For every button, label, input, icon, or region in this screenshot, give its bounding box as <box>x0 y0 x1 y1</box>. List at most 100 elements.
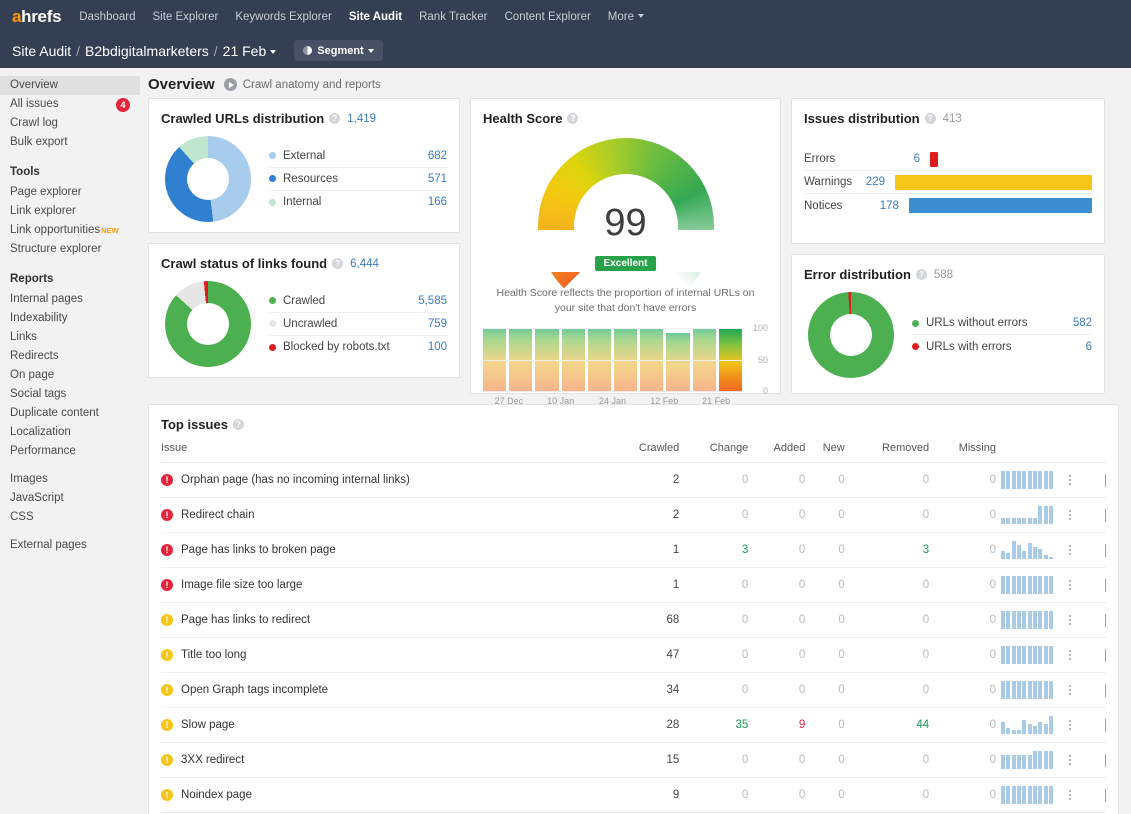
issue-name[interactable]: Title too long <box>181 649 246 661</box>
issue-name[interactable]: Slow page <box>181 719 235 731</box>
info-icon[interactable]: ? <box>924 113 936 124</box>
issue-name[interactable]: Page has links to broken page <box>181 544 336 556</box>
more-options-icon[interactable] <box>1063 510 1077 520</box>
segment-button[interactable]: Segment <box>294 40 383 61</box>
sidebar-item-internal-pages[interactable]: Internal pages <box>0 290 140 309</box>
sidebar-item-css[interactable]: CSS <box>0 508 140 527</box>
more-options-icon[interactable] <box>1063 475 1077 485</box>
chevron-down-icon[interactable] <box>1105 579 1106 592</box>
more-options-icon[interactable] <box>1063 615 1077 625</box>
column-header-crawled[interactable]: Crawled <box>606 432 680 463</box>
crawled-value: 2 <box>606 497 680 533</box>
sidebar-item-indexability[interactable]: Indexability <box>0 309 140 328</box>
more-options-icon[interactable] <box>1063 685 1077 695</box>
crawled-value: 68 <box>606 602 680 638</box>
sparkline-bar <box>1027 543 1032 559</box>
sidebar-item-link-opportunities[interactable]: Link opportunities NEW <box>0 221 140 240</box>
chevron-down-icon[interactable] <box>1105 509 1106 522</box>
added-value: 0 <box>748 462 806 498</box>
issue-name[interactable]: 3XX redirect <box>181 754 244 766</box>
more-options-icon[interactable] <box>1063 720 1077 730</box>
sidebar-item-javascript[interactable]: JavaScript <box>0 489 140 508</box>
missing-value: 0 <box>929 567 996 603</box>
sidebar-item-localization[interactable]: Localization <box>0 423 140 442</box>
issue-name[interactable]: Orphan page (has no incoming internal li… <box>181 474 410 486</box>
table-row[interactable]: ! Open Graph tags incomplete 34 0 0 0 0 0 <box>161 672 1106 708</box>
info-icon[interactable]: ? <box>332 258 344 269</box>
nav-link-site-explorer[interactable]: Site Explorer <box>153 11 219 23</box>
table-row[interactable]: ! Slow page 28 35 9 0 44 0 <box>161 707 1106 743</box>
sidebar-item-all-issues[interactable]: All issues 4 <box>0 95 140 114</box>
column-header-removed[interactable]: Removed <box>844 432 930 463</box>
sidebar-item-link-explorer[interactable]: Link explorer <box>0 202 140 221</box>
chevron-down-icon[interactable] <box>1105 474 1106 487</box>
page-subtitle-link[interactable]: Crawl anatomy and reports <box>243 79 381 91</box>
info-icon[interactable]: ? <box>232 419 244 430</box>
more-options-icon[interactable] <box>1063 790 1077 800</box>
issue-name[interactable]: Noindex page <box>181 789 252 801</box>
chevron-down-icon[interactable] <box>1105 649 1106 662</box>
gridline <box>483 360 742 361</box>
sidebar-item-bulk-export[interactable]: Bulk export <box>0 133 140 152</box>
column-header-missing[interactable]: Missing <box>929 432 996 463</box>
chevron-down-icon[interactable] <box>1105 754 1106 767</box>
nav-link-rank-tracker[interactable]: Rank Tracker <box>419 11 487 23</box>
chevron-down-icon[interactable] <box>1105 614 1106 627</box>
more-options-icon[interactable] <box>1063 545 1077 555</box>
legend-value: 582 <box>1072 317 1092 329</box>
table-row[interactable]: ! Redirect chain 2 0 0 0 0 0 <box>161 497 1106 533</box>
more-options-icon[interactable] <box>1063 650 1077 660</box>
sidebar-item-crawl-log[interactable]: Crawl log <box>0 114 140 133</box>
issue-name[interactable]: Page has links to redirect <box>181 614 310 626</box>
chevron-down-icon[interactable] <box>1105 789 1106 802</box>
chevron-down-icon[interactable] <box>1105 544 1106 557</box>
chevron-down-icon[interactable] <box>1105 684 1106 697</box>
sidebar-item-page-explorer[interactable]: Page explorer <box>0 183 140 202</box>
info-icon[interactable]: ? <box>567 113 579 124</box>
nav-link-content-explorer[interactable]: Content Explorer <box>505 11 591 23</box>
row-menu-cell <box>1058 672 1082 708</box>
table-row[interactable]: ! Page has links to redirect 68 0 0 0 0 0 <box>161 602 1106 638</box>
column-header-issue[interactable]: Issue <box>161 432 607 463</box>
sidebar-item-overview[interactable]: Overview <box>0 76 140 95</box>
issue-name[interactable]: Open Graph tags incomplete <box>181 684 328 696</box>
ahrefs-logo[interactable]: ahrefs <box>12 7 62 27</box>
sidebar-item-duplicate-content[interactable]: Duplicate content <box>0 404 140 423</box>
nav-link-more[interactable]: More <box>608 11 644 23</box>
column-header-change[interactable]: Change <box>679 432 749 463</box>
table-row[interactable]: ! Page has links to broken page 1 3 0 0 3 0 <box>161 532 1106 568</box>
issues-distribution-row: Notices 178 <box>804 194 1092 217</box>
sidebar-item-redirects[interactable]: Redirects <box>0 347 140 366</box>
sidebar-item-on-page[interactable]: On page <box>0 366 140 385</box>
more-options-icon[interactable] <box>1063 755 1077 765</box>
sidebar-item-images[interactable]: Images <box>0 470 140 489</box>
breadcrumb-root[interactable]: Site Audit <box>12 43 71 59</box>
nav-link-dashboard[interactable]: Dashboard <box>79 11 135 23</box>
table-row[interactable]: ! Orphan page (has no incoming internal l… <box>161 462 1106 498</box>
play-circle-icon[interactable] <box>223 78 237 91</box>
info-icon[interactable]: ? <box>915 269 927 280</box>
column-header-new[interactable]: New <box>805 432 845 463</box>
nav-link-site-audit[interactable]: Site Audit <box>349 11 402 23</box>
table-row[interactable]: ! 3XX redirect 15 0 0 0 0 0 <box>161 742 1106 778</box>
sidebar-item-social-tags[interactable]: Social tags <box>0 385 140 404</box>
sidebar-item-performance[interactable]: Performance <box>0 442 140 461</box>
nav-link-keywords-explorer[interactable]: Keywords Explorer <box>235 11 332 23</box>
removed-value: 0 <box>844 462 930 498</box>
more-options-icon[interactable] <box>1063 580 1077 590</box>
sparkline <box>1001 611 1053 629</box>
sidebar-item-external-pages[interactable]: External pages <box>0 536 140 555</box>
sidebar-item-structure-explorer[interactable]: Structure explorer <box>0 240 140 259</box>
column-header-added[interactable]: Added <box>748 432 806 463</box>
table-row[interactable]: ! Image file size too large 1 0 0 0 0 0 <box>161 567 1106 603</box>
issue-name[interactable]: Redirect chain <box>181 509 255 521</box>
sidebar-item-links[interactable]: Links <box>0 328 140 347</box>
chevron-down-icon[interactable] <box>1105 719 1106 732</box>
date-selector[interactable]: 21 Feb <box>223 43 277 59</box>
breadcrumb-project[interactable]: B2bdigitalmarketers <box>85 43 209 59</box>
table-row[interactable]: ! Title too long 47 0 0 0 0 0 <box>161 637 1106 673</box>
issue-name[interactable]: Image file size too large <box>181 579 302 591</box>
table-row[interactable]: ! Noindex page 9 0 0 0 0 0 <box>161 777 1106 813</box>
info-icon[interactable]: ? <box>329 113 341 124</box>
sparkline-bar <box>1043 681 1048 699</box>
